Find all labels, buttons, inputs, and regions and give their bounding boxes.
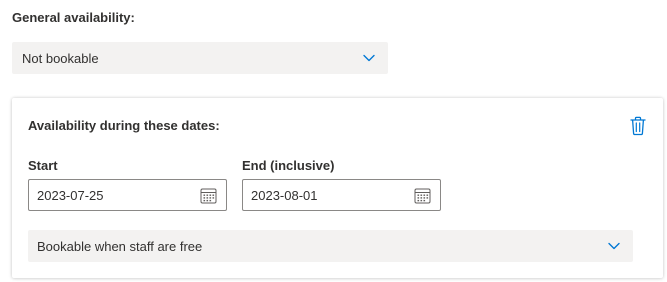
booking-mode-value: Bookable when staff are free bbox=[37, 238, 203, 254]
general-availability-value: Not bookable bbox=[22, 50, 99, 66]
availability-panel: General availability: Not bookable Avail… bbox=[0, 0, 667, 282]
general-availability-label: General availability: bbox=[12, 10, 135, 25]
card-title: Availability during these dates: bbox=[28, 118, 220, 133]
calendar-icon[interactable] bbox=[414, 187, 431, 204]
start-label: Start bbox=[28, 158, 58, 173]
start-date-value: 2023-07-25 bbox=[37, 187, 104, 203]
end-date-value: 2023-08-01 bbox=[251, 187, 318, 203]
end-date-input[interactable]: 2023-08-01 bbox=[242, 179, 441, 211]
booking-mode-dropdown[interactable]: Bookable when staff are free bbox=[28, 230, 633, 262]
trash-icon[interactable] bbox=[629, 116, 647, 136]
chevron-down-icon bbox=[363, 54, 375, 62]
start-date-input[interactable]: 2023-07-25 bbox=[28, 179, 227, 211]
general-availability-dropdown[interactable]: Not bookable bbox=[12, 42, 388, 74]
date-range-card: Availability during these dates: Start E… bbox=[12, 98, 663, 278]
chevron-down-icon bbox=[608, 242, 620, 250]
end-label: End (inclusive) bbox=[242, 158, 335, 173]
calendar-icon[interactable] bbox=[200, 187, 217, 204]
